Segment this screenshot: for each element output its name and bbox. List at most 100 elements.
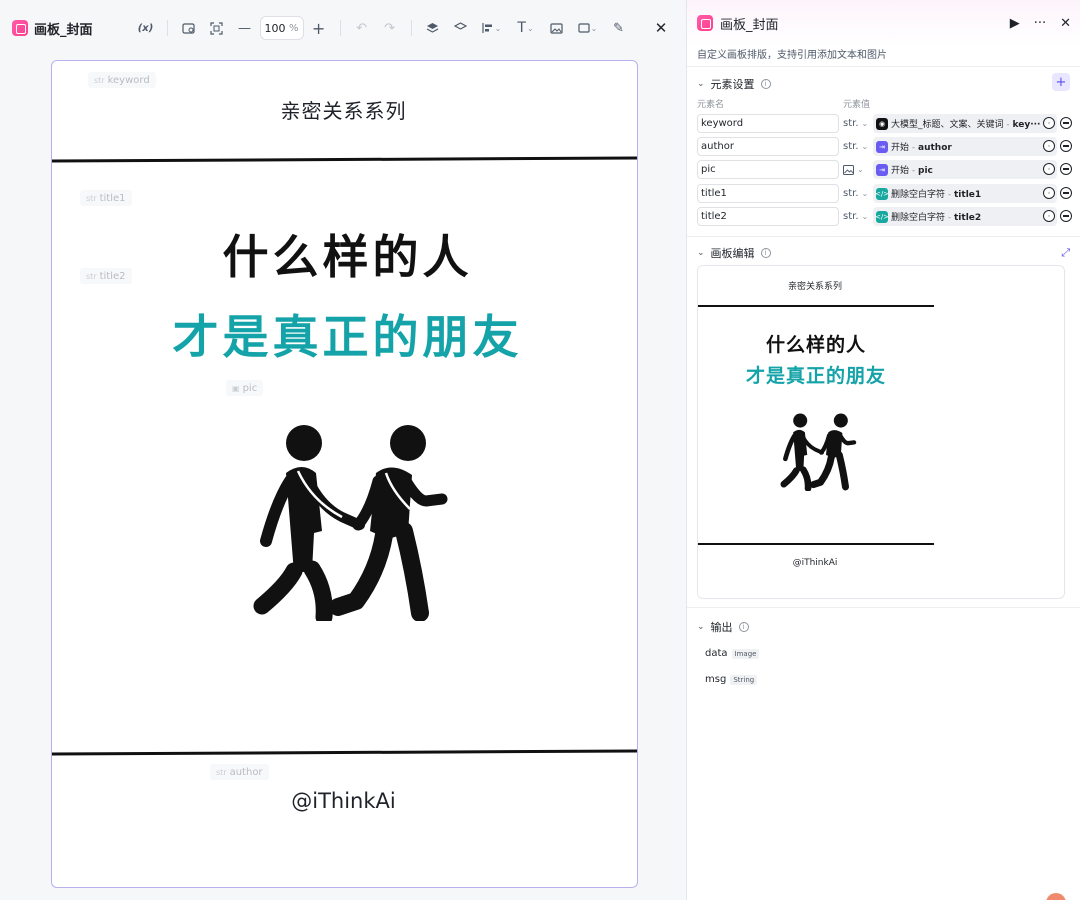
zoom-input[interactable]: 100 % [259,16,304,40]
zoom-in-icon[interactable]: + [306,15,332,41]
canvas-title2-text[interactable]: 才是真正的朋友 [52,301,637,367]
element-type-select[interactable]: str. ⌄ [843,207,871,226]
fit-screen-icon[interactable] [204,15,230,41]
element-name-input[interactable]: title2 [697,207,839,226]
output-section-header[interactable]: ⌄ 输出 i [697,619,749,635]
placeholder-title1[interactable]: str title1 [80,190,132,206]
placeholder-keyword[interactable]: str keyword [88,72,156,88]
element-name-input[interactable]: author [697,137,839,156]
element-name-input[interactable]: keyword [697,114,839,133]
canvas-section-header[interactable]: ⌄ 画板编辑 i [697,245,771,261]
llm-node-icon: ◉ [876,117,888,130]
reference-picker-icon[interactable]: ◦ [1043,117,1055,129]
close-editor-icon[interactable]: ✕ [648,15,674,41]
reference-variable: pic [918,166,933,176]
canvas-board[interactable]: str keyword 亲密关系系列 str title1 str title2… [51,60,638,888]
info-icon[interactable]: i [738,622,749,632]
add-element-button[interactable]: + [1052,73,1070,91]
canvas-keyword-text[interactable]: 亲密关系系列 [52,95,635,124]
element-value-reference[interactable]: ◉ 大模型_标题、文案、关键词 - key··· × [873,114,1057,133]
reference-picker-icon[interactable]: ◦ [1043,210,1055,222]
reference-variable: author [918,143,952,153]
info-icon[interactable]: i [760,79,771,89]
element-row: pic ⌄ ⇥ 开始 - pic × ◦ [697,160,1077,179]
chevron-down-icon: ⌄ [861,189,869,198]
close-panel-icon[interactable]: ✕ [1060,16,1071,31]
more-icon[interactable]: ··· [1034,16,1046,31]
canvas-title1-text[interactable]: 什么样的人 [52,221,637,287]
remove-element-icon[interactable] [1060,210,1072,222]
placeholder-pic[interactable]: ▣ pic [226,380,264,396]
info-icon[interactable]: i [760,248,771,258]
element-value-reference[interactable]: </> 删除空白字符 - title1 × [873,184,1057,203]
redo-icon[interactable]: ↷ [377,15,403,41]
node-settings-panel: 画板_封面 ▶ ··· ✕ 自定义画板排版，支持引用添加文本和图片 ⌄ 元素设置… [686,0,1080,900]
remove-element-icon[interactable] [1060,187,1072,199]
editor-title: 画板_封面 [12,19,93,38]
shape-tool-icon[interactable]: ⌄ [572,15,604,41]
element-value-reference[interactable]: ⇥ 开始 - author × [873,137,1057,156]
variable-button[interactable]: (x) [133,15,159,41]
reference-source: 删除空白字符 [891,190,946,200]
reference-picker-icon[interactable]: ◦ [1043,187,1055,199]
element-type-select[interactable]: str. ⌄ [843,137,871,156]
image-tool-icon[interactable] [544,15,570,41]
element-type-select[interactable]: ⌄ [843,160,871,179]
toolbar-divider [410,20,412,36]
chevron-down-icon: ⌄ [857,165,864,174]
expand-icon[interactable]: ⤢ [1061,246,1070,260]
undo-icon[interactable]: ↶ [349,15,375,41]
output-section-title: 输出 [710,621,733,634]
col-name-label: 元素名 [697,100,725,110]
element-type-select[interactable]: str. ⌄ [843,114,871,133]
toolbar-divider [166,20,168,36]
two-friends-figure-image[interactable] [242,421,452,621]
element-row: title1 str.⌄ </> 删除空白字符 - title1 × ◦ [697,184,1077,203]
canvas-author-text[interactable]: @iThinkAi [52,789,635,813]
canvas-preview[interactable]: 亲密关系系列 什么样的人 才是真正的朋友 @iThinkAi [697,265,1065,599]
panel-description: 自定义画板排版，支持引用添加文本和图片 [697,50,887,61]
preview-figure-image [780,413,857,491]
start-node-icon: ⇥ [876,163,888,176]
code-node-icon: </> [874,210,890,223]
element-type-text: str. [843,118,859,129]
align-icon[interactable]: ⌄ [476,15,508,41]
canvas-preview-board: 亲密关系系列 什么样的人 才是真正的朋友 @iThinkAi [698,266,934,598]
preview-title2-text: 才是真正的朋友 [745,365,886,387]
panel-title-text: 画板_封面 [720,17,779,33]
pen-tool-icon[interactable]: ✎ [606,15,632,41]
panel-title: 画板_封面 [697,14,1010,33]
element-type-select[interactable]: str. ⌄ [843,184,871,203]
reference-variable: key··· [1012,120,1041,130]
element-name-input[interactable]: pic [697,160,839,179]
elements-section-header[interactable]: ⌄ 元素设置 i [697,76,771,92]
editor-title-text: 画板_封面 [34,22,93,38]
chevron-down-icon: ⌄ [697,622,705,632]
element-name-input[interactable]: title1 [697,184,839,203]
reference-picker-icon[interactable]: ◦ [1043,140,1055,152]
element-type-text: str. [843,188,859,199]
chevron-down-icon: ⌄ [697,79,705,89]
placeholder-author[interactable]: str author [210,764,269,780]
zoom-out-icon[interactable]: — [232,15,258,41]
canvas-divider-bottom[interactable] [52,749,637,756]
element-value-reference[interactable]: ⇥ 开始 - pic × [873,160,1057,179]
zoom-value: 100 [264,21,286,35]
remove-element-icon[interactable] [1060,140,1072,152]
reference-picker-icon[interactable]: ◦ [1043,163,1055,175]
remove-element-icon[interactable] [1060,163,1072,175]
str-tag-icon: str [86,193,97,203]
image-type-icon [843,164,854,175]
text-tool-icon[interactable]: T ⌄ [510,15,542,41]
remove-element-icon[interactable] [1060,117,1072,129]
canvas-divider-top[interactable] [52,156,637,163]
reference-source: 开始 [891,143,910,153]
placeholder-title1-label: title1 [99,192,126,204]
code-node-icon: </> [874,187,890,200]
canvas-size-icon[interactable] [176,15,202,41]
layer-down-icon[interactable] [448,15,474,41]
run-icon[interactable]: ▶ [1010,16,1020,31]
element-value-reference[interactable]: </> 删除空白字符 - title2 × [873,207,1057,226]
output-type-badge: Image [731,648,760,659]
layer-up-icon[interactable] [420,15,446,41]
